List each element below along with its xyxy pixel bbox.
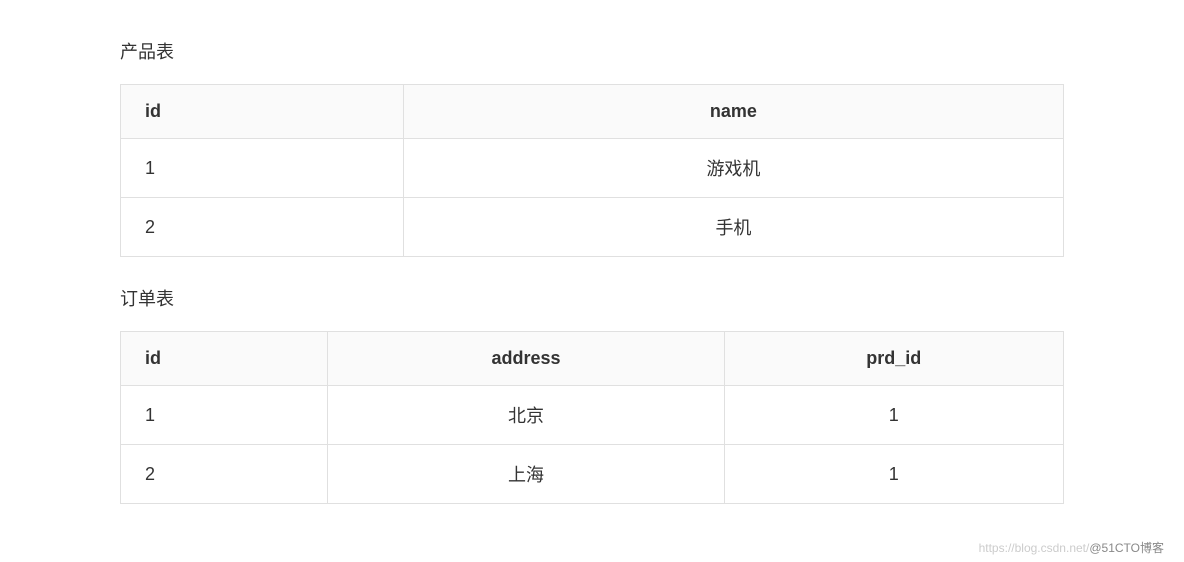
order-table: id address prd_id 1 北京 1 2 上海 1 [120,331,1064,504]
cell-address: 上海 [328,445,724,504]
cell-id: 2 [121,198,404,257]
order-table-title: 订单表 [120,285,1064,311]
cell-id: 2 [121,445,328,504]
column-header-name: name [403,85,1063,139]
cell-name: 手机 [403,198,1063,257]
column-header-address: address [328,332,724,386]
table-row: 2 上海 1 [121,445,1064,504]
cell-address: 北京 [328,386,724,445]
table-header-row: id address prd_id [121,332,1064,386]
cell-prd-id: 1 [724,386,1064,445]
cell-id: 1 [121,139,404,198]
table-header-row: id name [121,85,1064,139]
table-row: 2 手机 [121,198,1064,257]
cell-prd-id: 1 [724,445,1064,504]
column-header-prd-id: prd_id [724,332,1064,386]
column-header-id: id [121,332,328,386]
cell-id: 1 [121,386,328,445]
product-table-title: 产品表 [120,38,1064,64]
table-row: 1 北京 1 [121,386,1064,445]
watermark-faint: https://blog.csdn.net/ [979,541,1090,555]
product-table: id name 1 游戏机 2 手机 [120,84,1064,257]
watermark-dark: @51CTO博客 [1089,541,1164,555]
watermark: https://blog.csdn.net/@51CTO博客 [979,539,1164,556]
cell-name: 游戏机 [403,139,1063,198]
table-row: 1 游戏机 [121,139,1064,198]
column-header-id: id [121,85,404,139]
